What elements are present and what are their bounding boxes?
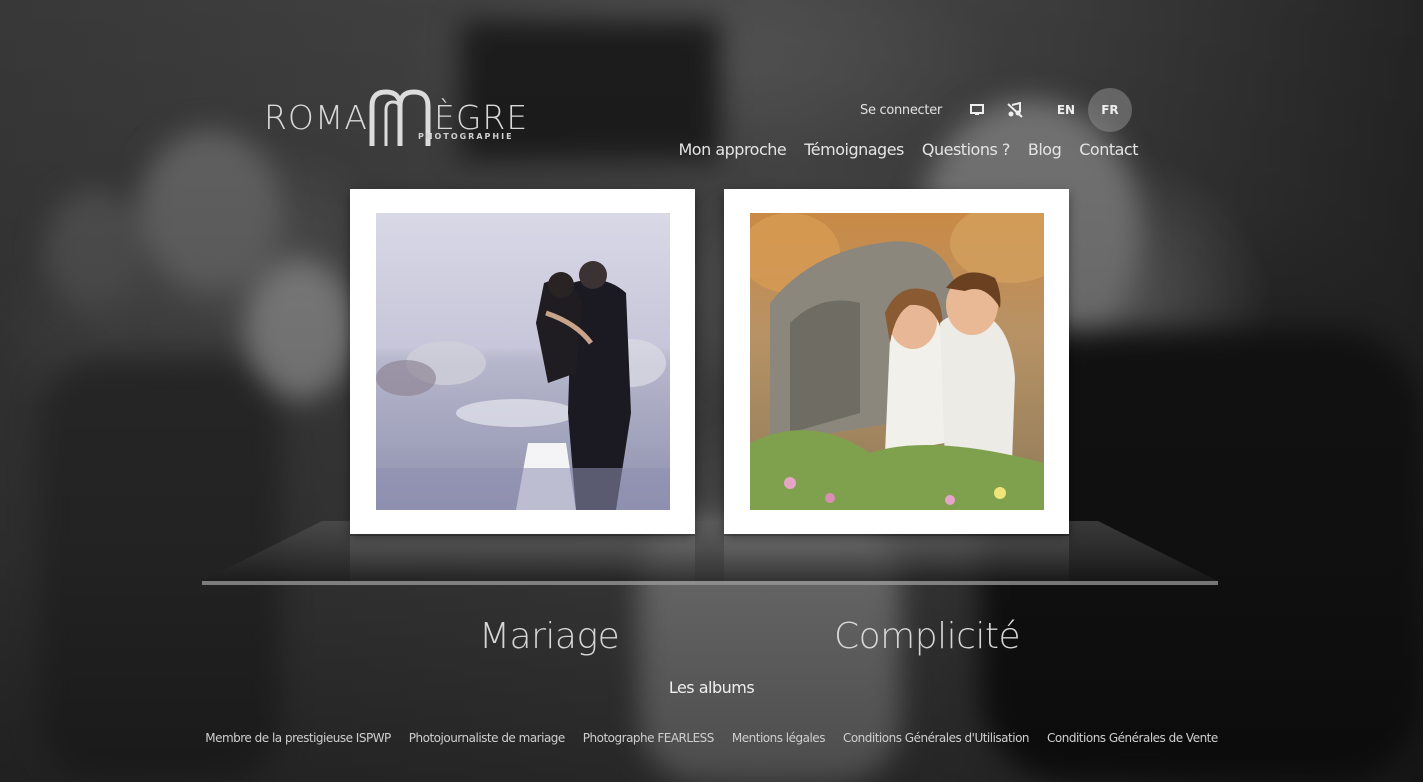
card-reflection <box>350 536 695 586</box>
logo-text-left: ROMAI <box>264 98 379 137</box>
footer-link-photojournaliste[interactable]: Photojournaliste de mariage <box>409 731 566 745</box>
lang-en[interactable]: EN <box>1044 88 1088 132</box>
nav-mon-approche[interactable]: Mon approche <box>679 140 787 159</box>
logo-subtitle: PHOTOGRAPHIE <box>418 132 514 141</box>
footer-link-mentions[interactable]: Mentions légales <box>732 731 826 745</box>
section-label-albums[interactable]: Les albums <box>0 678 1423 697</box>
background-photo <box>0 0 1423 782</box>
footer-link-fearless[interactable]: Photographe FEARLESS <box>583 731 715 745</box>
footer-link-cgv[interactable]: Conditions Générales de Vente <box>1047 731 1218 745</box>
nav-blog[interactable]: Blog <box>1028 140 1062 159</box>
monitor-icon[interactable] <box>966 99 988 121</box>
album-card-mariage[interactable] <box>350 189 695 534</box>
lang-fr[interactable]: FR <box>1087 88 1132 132</box>
main-nav: Mon approche Témoignages Questions ? Blo… <box>679 140 1139 159</box>
no-music-icon[interactable] <box>1004 99 1026 121</box>
nav-temoignages[interactable]: Témoignages <box>804 140 904 159</box>
card-reflection <box>724 536 1069 586</box>
logo[interactable]: ROMAI ÈGRE PHOTOGRAPHIE <box>264 88 527 150</box>
album-title-complicite[interactable]: Complicité <box>834 616 1021 657</box>
album-card-complicite[interactable] <box>724 189 1069 534</box>
nav-questions[interactable]: Questions ? <box>922 140 1010 159</box>
album-photo-complicite <box>750 213 1044 510</box>
login-link[interactable]: Se connecter <box>860 103 942 118</box>
nav-contact[interactable]: Contact <box>1079 140 1138 159</box>
album-title-mariage[interactable]: Mariage <box>479 616 620 657</box>
top-bar: Se connecter EN FR <box>860 88 1132 132</box>
album-photo-mariage <box>376 213 670 510</box>
footer-link-ispwp[interactable]: Membre de la prestigieuse ISPWP <box>205 731 391 745</box>
footer-links: Membre de la prestigieuse ISPWP Photojou… <box>0 731 1423 745</box>
footer-link-cgu[interactable]: Conditions Générales d'Utilisation <box>843 731 1030 745</box>
